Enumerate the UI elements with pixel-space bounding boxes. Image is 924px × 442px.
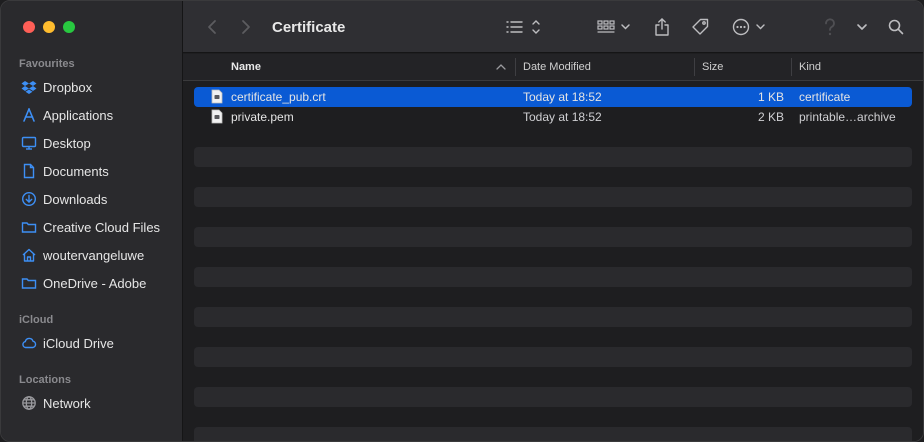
finder-window: Favourites Dropbox Applications Desktop …: [0, 0, 924, 442]
toolbar-overflow-button[interactable]: [851, 1, 873, 53]
document-icon: [23, 163, 35, 179]
help-icon: [825, 18, 835, 36]
sidebar-item-label: woutervangeluwe: [43, 247, 145, 263]
sidebar-item-label: Network: [43, 395, 91, 411]
back-button[interactable]: [201, 1, 223, 53]
sidebar-item-network[interactable]: Network: [13, 391, 175, 415]
file-kind: certificate: [799, 90, 851, 104]
sidebar-item-home[interactable]: woutervangeluwe: [13, 243, 175, 267]
applications-icon: [23, 108, 35, 122]
minimize-button[interactable]: [43, 21, 55, 33]
empty-row: [194, 227, 912, 247]
column-name[interactable]: Name: [231, 54, 261, 80]
cloud-icon: [22, 337, 37, 349]
chevron-right-icon: [242, 20, 250, 34]
sidebar-item-label: Desktop: [43, 135, 91, 151]
empty-row: [194, 347, 912, 367]
share-button[interactable]: [651, 1, 673, 53]
toolbar: Certificate: [183, 1, 923, 53]
sidebar-item-label: Documents: [43, 163, 109, 179]
sort-ascending-icon[interactable]: [495, 54, 507, 80]
close-button[interactable]: [23, 21, 35, 33]
sidebar-item-label: Dropbox: [43, 79, 93, 95]
download-icon: [21, 191, 37, 207]
grid-view-icon: [597, 20, 630, 33]
empty-row: [194, 147, 912, 167]
help-button[interactable]: [819, 1, 841, 53]
window-controls: [23, 21, 75, 33]
file-date: Today at 18:52: [523, 90, 602, 104]
view-options-button[interactable]: [503, 1, 543, 53]
search-icon: [888, 19, 904, 35]
sidebar-item-label: Downloads: [43, 191, 108, 207]
dropbox-icon: [21, 81, 37, 94]
column-date-modified[interactable]: Date Modified: [523, 54, 591, 80]
column-kind[interactable]: Kind: [799, 54, 821, 80]
table-row[interactable]: certificate_pub.crt Today at 18:52 1 KB …: [194, 87, 912, 107]
file-icon: [211, 109, 223, 124]
column-header: Name Date Modified Size Kind: [183, 54, 923, 81]
more-icon: [732, 18, 765, 36]
file-date: Today at 18:52: [523, 110, 602, 124]
file-kind: printable…archive: [799, 110, 896, 124]
empty-row: [194, 427, 912, 441]
action-button[interactable]: [729, 1, 769, 53]
window-title: Certificate: [272, 18, 346, 36]
group-button[interactable]: [593, 1, 635, 53]
empty-row: [194, 307, 912, 327]
file-list: certificate_pub.crt Today at 18:52 1 KB …: [183, 81, 923, 441]
file-name: certificate_pub.crt: [231, 90, 326, 104]
desktop-icon: [21, 136, 37, 150]
forward-button[interactable]: [235, 1, 257, 53]
globe-icon: [22, 396, 36, 410]
sidebar-item-desktop[interactable]: Desktop: [13, 131, 175, 155]
sidebar-item-dropbox[interactable]: Dropbox: [13, 75, 175, 99]
column-divider[interactable]: [515, 58, 516, 76]
sidebar-item-label: iCloud Drive: [43, 335, 114, 351]
sidebar-item-creative-cloud-files[interactable]: Creative Cloud Files: [13, 215, 175, 239]
chevron-up-icon: [496, 64, 506, 70]
folder-icon: [21, 222, 37, 233]
sidebar-item-label: OneDrive - Adobe: [43, 275, 147, 291]
empty-row: [194, 387, 912, 407]
sidebar-item-downloads[interactable]: Downloads: [13, 187, 175, 211]
sidebar-item-icloud-drive[interactable]: iCloud Drive: [13, 331, 175, 355]
sidebar-section-favourites: Favourites: [19, 58, 75, 70]
tag-button[interactable]: [689, 1, 711, 53]
file-size: 2 KB: [757, 110, 784, 124]
column-size[interactable]: Size: [702, 54, 723, 80]
table-row[interactable]: private.pem Today at 18:52 2 KB printabl…: [194, 107, 912, 127]
sidebar: Favourites Dropbox Applications Desktop …: [1, 1, 183, 441]
file-size: 1 KB: [757, 90, 784, 104]
sidebar-item-applications[interactable]: Applications: [13, 103, 175, 127]
share-icon: [655, 18, 669, 36]
column-divider[interactable]: [694, 58, 695, 76]
sidebar-item-onedrive[interactable]: OneDrive - Adobe: [13, 271, 175, 295]
chevron-left-icon: [208, 20, 216, 34]
file-name: private.pem: [231, 110, 294, 124]
empty-row: [194, 267, 912, 287]
home-icon: [22, 248, 36, 262]
column-divider[interactable]: [791, 58, 792, 76]
search-button[interactable]: [885, 1, 907, 53]
zoom-button[interactable]: [63, 21, 75, 33]
empty-row: [194, 187, 912, 207]
folder-icon: [21, 278, 37, 289]
sidebar-section-icloud: iCloud: [19, 314, 54, 326]
sidebar-item-label: Creative Cloud Files: [43, 219, 161, 235]
sidebar-section-locations: Locations: [19, 374, 71, 386]
sidebar-item-documents[interactable]: Documents: [13, 159, 175, 183]
tag-icon: [692, 18, 709, 35]
chevron-down-icon: [857, 24, 867, 30]
sidebar-item-label: Applications: [43, 107, 114, 123]
file-icon: [211, 89, 223, 104]
list-view-icon: [506, 20, 540, 34]
